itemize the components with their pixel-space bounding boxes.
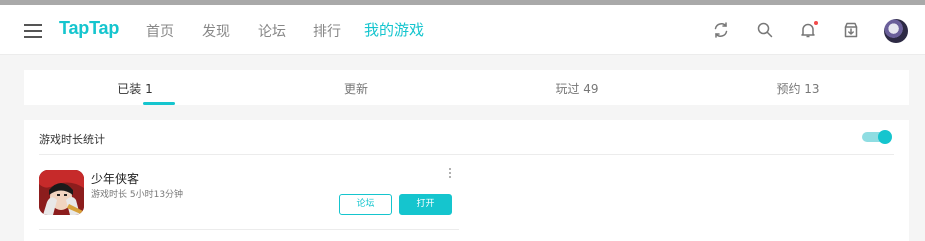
nav-forum[interactable]: 论坛: [258, 21, 286, 41]
installed-games-card: 游戏时长统计 少年侠客 游戏时长 5小时13分钟 论坛 打开: [24, 120, 909, 241]
user-avatar[interactable]: [884, 19, 908, 43]
game-icon[interactable]: [39, 170, 84, 215]
playtime-stats-title: 游戏时长统计: [39, 133, 105, 146]
nav-ranking[interactable]: 排行: [313, 21, 341, 41]
game-tabs: 已装 1 更新 玩过 49 预约 13: [24, 70, 909, 105]
top-header: TapTap 首页 发现 论坛 排行 我的游戏: [0, 5, 925, 55]
game-title[interactable]: 少年侠客: [91, 170, 139, 187]
open-game-button[interactable]: 打开: [399, 194, 452, 215]
tab-reserved[interactable]: 预约 13: [738, 80, 858, 97]
list-item: 少年侠客 游戏时长 5小时13分钟 论坛 打开: [39, 162, 459, 230]
refresh-icon[interactable]: [712, 21, 730, 39]
taptap-logo[interactable]: TapTap: [59, 18, 119, 39]
nav-my-games[interactable]: 我的游戏: [364, 19, 424, 40]
notification-dot: [814, 21, 818, 25]
download-icon[interactable]: [842, 21, 860, 39]
tab-played[interactable]: 玩过 49: [517, 80, 637, 97]
hamburger-menu-icon[interactable]: [24, 24, 42, 38]
playtime-stats-toggle[interactable]: [862, 130, 894, 144]
search-icon[interactable]: [756, 21, 774, 39]
forum-button[interactable]: 论坛: [339, 194, 392, 215]
tab-updates[interactable]: 更新: [296, 80, 416, 97]
more-options-icon[interactable]: [447, 168, 453, 180]
active-tab-indicator: [143, 102, 175, 105]
row-divider: [39, 229, 459, 230]
tab-installed[interactable]: 已装 1: [75, 80, 195, 97]
nav-home[interactable]: 首页: [146, 21, 174, 41]
game-playtime: 游戏时长 5小时13分钟: [91, 190, 184, 200]
bell-icon[interactable]: [799, 21, 818, 39]
divider: [39, 154, 894, 155]
nav-discover[interactable]: 发现: [202, 21, 230, 41]
